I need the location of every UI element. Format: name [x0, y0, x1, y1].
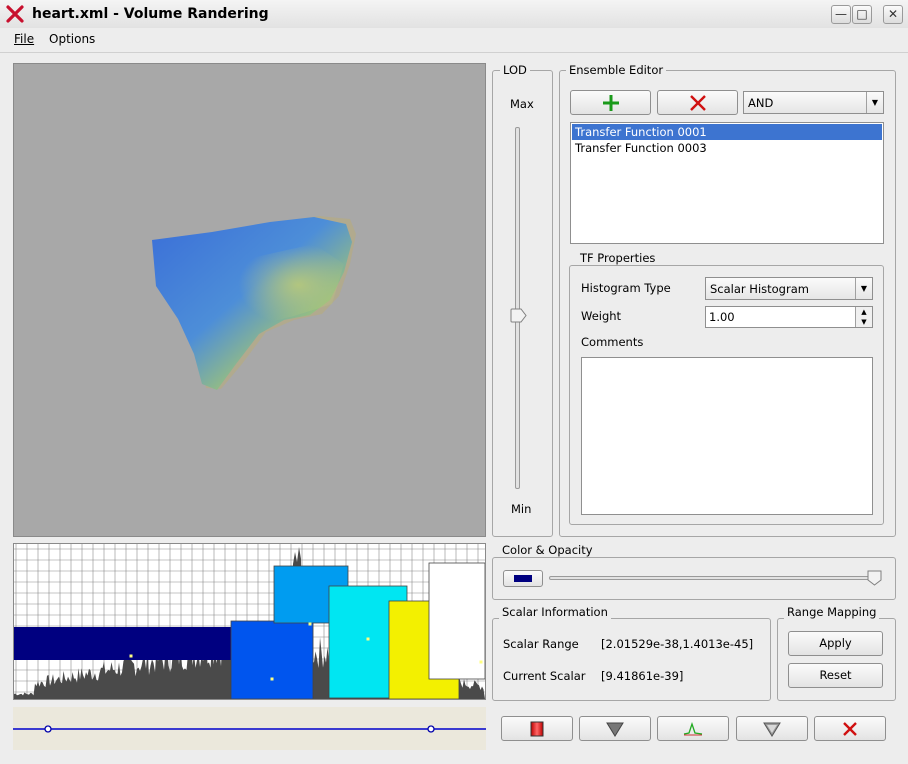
weight-value: 1.00 [709, 310, 735, 324]
operator-value: AND [748, 96, 774, 110]
gaussian-tf-button[interactable] [657, 716, 729, 741]
scalar-range-value: [2.01529e-38,1.4013e-45] [601, 637, 754, 651]
tf-list[interactable]: Transfer Function 0001 Transfer Function… [570, 122, 884, 244]
app-x-icon [6, 5, 24, 23]
weight-spinbox[interactable]: 1.00 ▲ ▼ [705, 306, 873, 328]
histogram-canvas [14, 544, 485, 699]
menu-file-label: File [14, 32, 35, 46]
range-mapping-title: Range Mapping [784, 605, 880, 619]
scalar-axis [13, 725, 486, 733]
spin-down-icon[interactable]: ▼ [855, 317, 872, 327]
color-swatch [514, 575, 532, 582]
tf-properties-title: TF Properties [577, 251, 659, 265]
tf-control-point [270, 677, 274, 681]
close-icon: ✕ [887, 7, 899, 21]
chevron-down-icon: ▼ [855, 278, 872, 299]
outline-triangle-button[interactable] [736, 716, 808, 741]
minimize-button[interactable]: — [831, 5, 851, 24]
scalar-information-group [492, 618, 771, 701]
delete-icon [689, 95, 706, 111]
maximize-icon: □ [856, 7, 868, 21]
tf-box-white [428, 562, 485, 680]
menu-file[interactable]: File [14, 32, 34, 46]
scalar-range-label: Scalar Range [503, 637, 579, 651]
axis-min-handle [44, 725, 52, 733]
heart-volume-render [152, 216, 356, 390]
tf-control-point [479, 660, 483, 664]
triangle-down-icon [606, 722, 624, 737]
axis-max-handle [427, 725, 435, 733]
current-scalar-value: [9.41861e-39] [601, 669, 684, 683]
scalar-axis-strip[interactable] [13, 707, 486, 750]
volume-render-view[interactable] [13, 63, 486, 537]
add-tf-button[interactable] [570, 90, 651, 115]
menu-options-label: Options [49, 32, 96, 46]
maximize-button[interactable]: □ [852, 5, 872, 24]
tf-control-point [129, 654, 133, 658]
minimize-icon: — [835, 7, 847, 21]
reset-button[interactable]: Reset [788, 663, 883, 688]
apply-button[interactable]: Apply [788, 631, 883, 656]
gradient-tf-button[interactable] [501, 716, 573, 741]
lod-group [492, 70, 553, 537]
gaussian-icon [683, 721, 703, 736]
color-swatch-button[interactable] [503, 570, 543, 587]
comments-textarea[interactable] [581, 357, 873, 515]
tf-control-point [366, 637, 370, 641]
window-title: heart.xml - Volume Randering [32, 6, 269, 22]
lod-max-label: Max [510, 97, 534, 111]
close-window-button[interactable]: ✕ [883, 5, 903, 24]
lod-min-label: Min [511, 502, 532, 516]
tf-box-navy [14, 627, 242, 660]
title-bar: heart.xml - Volume Randering — □ ✕ [0, 0, 908, 29]
delete-icon [843, 722, 857, 736]
opacity-slider-track[interactable] [549, 576, 881, 580]
current-scalar-label: Current Scalar [503, 669, 586, 683]
comments-label: Comments [581, 335, 644, 349]
opacity-slider-handle[interactable] [867, 570, 882, 586]
tf-box-blue [230, 620, 314, 699]
scalar-information-title: Scalar Information [499, 605, 611, 619]
menu-options[interactable]: Options [49, 32, 95, 46]
lod-title: LOD [500, 63, 530, 77]
color-opacity-title: Color & Opacity [499, 543, 596, 557]
list-item[interactable]: Transfer Function 0003 [575, 141, 707, 155]
gradient-icon [530, 721, 544, 737]
menu-bar: File Options [0, 28, 908, 53]
operator-select[interactable]: AND ▼ [743, 91, 884, 114]
transfer-function-editor[interactable] [13, 543, 486, 700]
chevron-down-icon: ▼ [866, 92, 883, 113]
lod-slider-handle[interactable] [510, 308, 527, 323]
list-item[interactable]: Transfer Function 0001 [575, 125, 707, 139]
ensemble-editor-title: Ensemble Editor [566, 63, 667, 77]
histogram-type-value: Scalar Histogram [710, 282, 809, 296]
histogram-type-label: Histogram Type [581, 281, 671, 295]
plus-icon [602, 95, 619, 111]
triangle-outline-icon [763, 722, 781, 737]
remove-tf-button[interactable] [657, 90, 738, 115]
histogram-type-select[interactable]: Scalar Histogram ▼ [705, 277, 873, 300]
weight-label: Weight [581, 309, 622, 323]
triangle-tf-button[interactable] [579, 716, 651, 741]
tf-control-point [308, 622, 312, 626]
delete-tf-button[interactable] [814, 716, 886, 741]
